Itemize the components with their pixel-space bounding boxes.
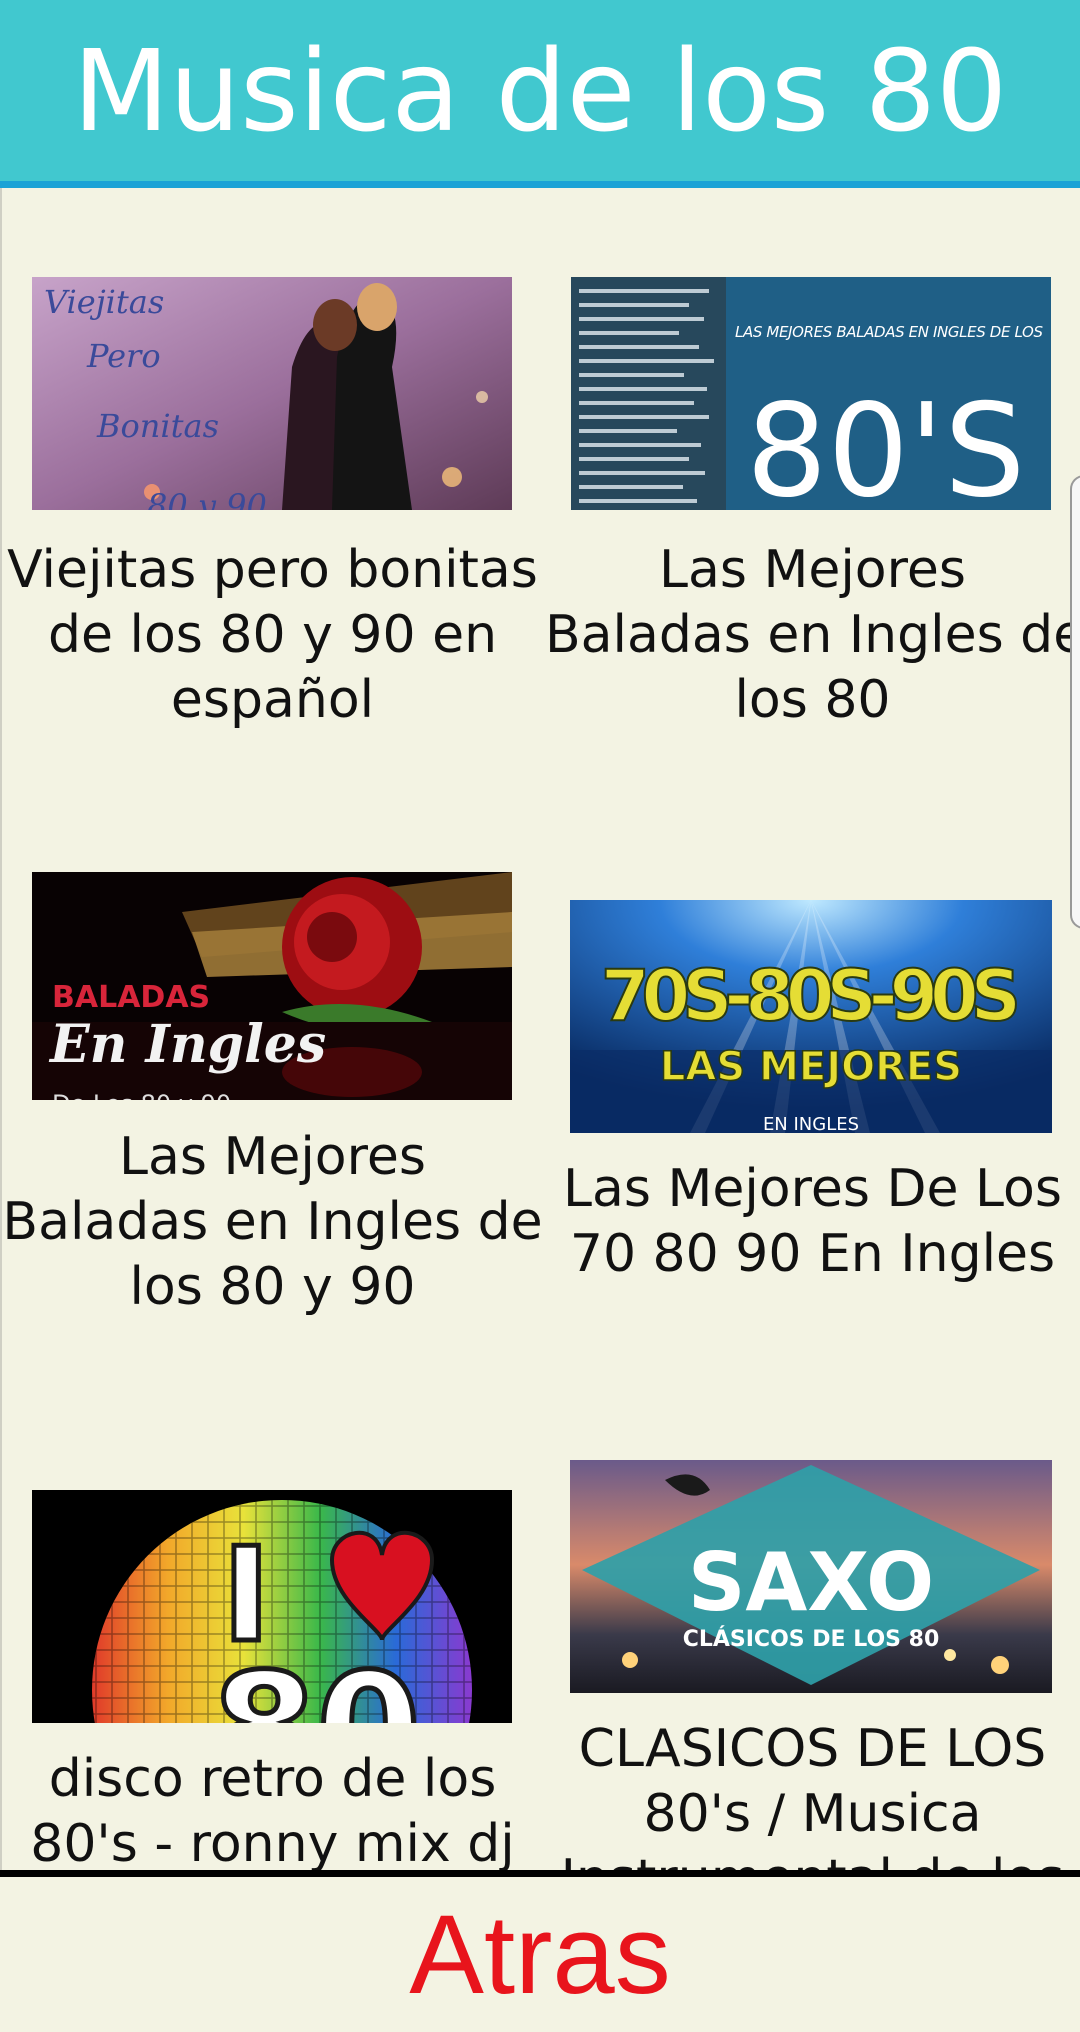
thumbnail-text: 80	[212, 1642, 421, 1723]
thumbnail-text: 70S-80S-90S	[601, 955, 1021, 1037]
video-title[interactable]: disco retro de los 80's - ronny mix dj	[0, 1747, 545, 1875]
footer-bar: Atras	[0, 1877, 1080, 2032]
video-title-line: 70 80 90 En Ingles	[569, 1224, 1056, 1284]
thumbnail-text: Bonitas	[96, 407, 219, 445]
thumbnail-text: Viejitas	[44, 283, 164, 321]
video-title[interactable]: Viejitas pero bonitas de los 80 y 90 en …	[0, 538, 545, 733]
video-title-line: Baladas en Ingles de	[2, 1192, 543, 1252]
video-thumbnail[interactable]: SAXO CLÁSICOS DE LOS 80	[570, 1460, 1052, 1693]
thumbnail-text: CLÁSICOS DE LOS 80	[683, 1626, 940, 1652]
video-title-line: los 80	[734, 670, 891, 730]
video-title-line: disco retro de los	[48, 1749, 497, 1809]
thumbnail-text: BALADAS	[52, 980, 210, 1015]
thumbnail-text: SAXO	[688, 1536, 934, 1629]
scroll-handle[interactable]	[1070, 475, 1080, 929]
video-title-line: los 80 y 90	[129, 1257, 416, 1317]
thumbnail-text: En Ingles	[48, 1014, 326, 1075]
thumbnail-text: LAS MEJORES	[660, 1044, 962, 1090]
thumbnail-text: LAS MEJORES BALADAS EN INGLES DE LOS	[735, 323, 1043, 341]
video-title-line: de los 80 y 90 en	[47, 605, 498, 665]
video-grid[interactable]: Viejitas Pero Bonitas 80 y 90 Viejitas p…	[0, 195, 1080, 1875]
video-item-disco-retro[interactable]: I 80 disco retro de los 80's - ronny mix…	[0, 1395, 545, 1875]
thumbnail-text: Pero	[86, 337, 161, 375]
video-title-line: Viejitas pero bonitas	[7, 540, 538, 600]
video-item-baladas-80-90[interactable]: BALADAS En Ingles De Los 80 y 90 Las Mej…	[0, 775, 545, 1365]
thumbnail-text: De Los 80 y 90	[52, 1090, 231, 1100]
video-title[interactable]: CLASICOS DE LOS 80's / Musica Instrument…	[545, 1717, 1080, 1875]
footer-divider	[0, 1870, 1080, 1877]
video-title-line: 80's / Musica	[643, 1784, 982, 1844]
thumbnail-text: 80'S	[746, 377, 1025, 510]
video-thumbnail[interactable]: Viejitas Pero Bonitas 80 y 90	[32, 277, 512, 510]
video-title[interactable]: Las Mejores De Los 70 80 90 En Ingles	[545, 1157, 1080, 1287]
video-title-line: español	[170, 670, 375, 730]
page-title: Musica de los 80	[72, 27, 1008, 157]
video-title-line: Las Mejores	[119, 1127, 426, 1187]
video-title[interactable]: Las Mejores Baladas en Ingles de los 80 …	[0, 1125, 545, 1320]
thumbnail-text: EN INGLES	[763, 1114, 859, 1133]
video-title-line: Las Mejores	[659, 540, 966, 600]
video-thumbnail[interactable]: 70S-80S-90S LAS MEJORES EN INGLES	[570, 900, 1052, 1133]
app-screen: Musica de los 80 Viejitas Pero Bonitas 8…	[0, 0, 1080, 2032]
video-thumbnail[interactable]: BALADAS En Ingles De Los 80 y 90	[32, 872, 512, 1100]
video-item-viejitas[interactable]: Viejitas Pero Bonitas 80 y 90 Viejitas p…	[0, 195, 545, 755]
video-thumbnail[interactable]: LAS MEJORES BALADAS EN INGLES DE LOS 80'…	[571, 277, 1051, 510]
video-item-70-80-90[interactable]: 70S-80S-90S LAS MEJORES EN INGLES Las Me…	[545, 775, 1080, 1365]
video-item-saxo-clasicos[interactable]: SAXO CLÁSICOS DE LOS 80 CLASICOS DE LOS …	[545, 1395, 1080, 1875]
video-title-line: 80's - ronny mix dj	[30, 1814, 515, 1874]
video-title-line: Las Mejores De Los	[563, 1159, 1062, 1219]
back-button[interactable]: Atras	[340, 1877, 740, 2032]
app-header: Musica de los 80	[0, 0, 1080, 188]
video-title-line: Baladas en Ingles de	[545, 605, 1080, 665]
video-thumbnail[interactable]: I 80	[32, 1490, 512, 1723]
video-title-line: CLASICOS DE LOS	[578, 1719, 1047, 1779]
thumbnail-text: 80 y 90	[147, 487, 267, 510]
video-item-baladas-80[interactable]: LAS MEJORES BALADAS EN INGLES DE LOS 80'…	[545, 195, 1080, 755]
video-title[interactable]: Las Mejores Baladas en Ingles de los 80	[545, 538, 1080, 733]
